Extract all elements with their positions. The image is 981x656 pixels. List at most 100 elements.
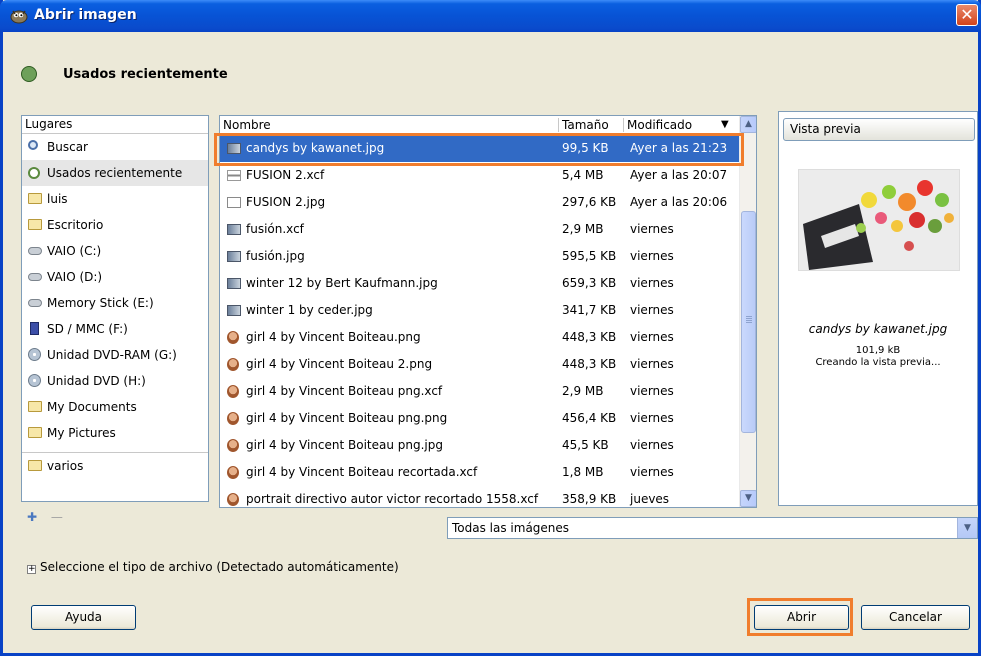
place-varios[interactable]: varios xyxy=(22,452,208,479)
place-usados-recientemente[interactable]: Usados recientemente xyxy=(22,160,208,186)
preview-thumbnail xyxy=(798,169,960,271)
place-escritorio[interactable]: Escritorio xyxy=(22,212,208,238)
file-row[interactable]: girl 4 by Vincent Boiteau png.png 456,4 K… xyxy=(220,405,739,432)
sort-arrow-icon: ▼ xyxy=(721,119,729,130)
grip-icon xyxy=(746,316,752,317)
highlight-open-button xyxy=(747,598,853,636)
file-row[interactable]: fusión.xcf 2,9 MB viernes xyxy=(220,216,739,243)
file-filter-select[interactable]: Todas las imágenes ▼ xyxy=(447,517,978,539)
column-separator xyxy=(558,118,559,132)
scroll-down-button[interactable]: ▼ xyxy=(740,490,756,507)
column-size[interactable]: Tamaño xyxy=(562,117,609,133)
file-modified: viernes xyxy=(630,438,674,452)
folder-icon xyxy=(28,193,42,204)
preview-panel: Vista previa candys by kawanet.jpg 101,9… xyxy=(778,111,978,506)
place-memory-stick[interactable]: Memory Stick (E:) xyxy=(22,290,208,316)
file-row[interactable]: FUSION 2.xcf 5,4 MB Ayer a las 20:07 xyxy=(220,162,739,189)
file-size: 1,8 MB xyxy=(562,465,604,479)
file-name: girl 4 by Vincent Boiteau recortada.xcf xyxy=(246,465,478,479)
file-modified: viernes xyxy=(630,303,674,317)
file-row[interactable]: girl 4 by Vincent Boiteau png.jpg 45,5 KB… xyxy=(220,432,739,459)
file-row[interactable]: fusión.jpg 595,5 KB viernes xyxy=(220,243,739,270)
file-size: 448,3 KB xyxy=(562,330,617,344)
file-row[interactable]: girl 4 by Vincent Boiteau png.xcf 2,9 MB v… xyxy=(220,378,739,405)
file-name: girl 4 by Vincent Boiteau.png xyxy=(246,330,421,344)
filter-selected-value: Todas las imágenes xyxy=(452,521,570,535)
file-name: FUSION 2.xcf xyxy=(246,168,325,182)
file-list-scrollbar[interactable]: ▲ ▼ xyxy=(739,116,756,507)
portrait-thumb-icon xyxy=(227,358,239,371)
file-row[interactable]: winter 1 by ceder.jpg 341,7 KB viernes xyxy=(220,297,739,324)
file-name: girl 4 by Vincent Boiteau png.png xyxy=(246,411,448,425)
file-modified: Ayer a las 20:06 xyxy=(630,195,728,209)
image-thumb-icon xyxy=(227,305,241,316)
place-dvd-ram[interactable]: Unidad DVD-RAM (G:) xyxy=(22,342,208,368)
image-thumb-icon xyxy=(227,251,241,262)
file-size: 5,4 MB xyxy=(562,168,604,182)
column-name[interactable]: Nombre xyxy=(223,117,271,133)
recent-clock-icon xyxy=(28,167,40,179)
file-row[interactable]: girl 4 by Vincent Boiteau.png 448,3 KB vie… xyxy=(220,324,739,351)
place-buscar[interactable]: Buscar xyxy=(22,134,208,160)
portrait-thumb-icon xyxy=(227,412,239,425)
column-modified[interactable]: Modificado xyxy=(627,117,692,133)
place-luis[interactable]: luis xyxy=(22,186,208,212)
file-size: 448,3 KB xyxy=(562,357,617,371)
window-title: Abrir imagen xyxy=(34,7,137,23)
image-file-icon xyxy=(227,197,241,208)
folder-icon xyxy=(28,427,42,438)
portrait-thumb-icon xyxy=(227,466,239,479)
chevron-down-icon[interactable]: ▼ xyxy=(957,518,977,538)
preview-toggle-button[interactable]: Vista previa xyxy=(783,118,975,141)
file-name: fusión.jpg xyxy=(246,249,305,263)
place-vaio-c[interactable]: VAIO (C:) xyxy=(22,238,208,264)
drive-icon xyxy=(28,299,42,307)
place-my-pictures[interactable]: My Pictures xyxy=(22,420,208,446)
file-modified: Ayer a las 20:07 xyxy=(630,168,728,182)
file-type-expander[interactable]: + Seleccione el tipo de archivo (Detectad… xyxy=(27,560,399,574)
file-size: 297,6 KB xyxy=(562,195,617,209)
portrait-thumb-icon xyxy=(227,439,239,452)
preview-filesize: 101,9 kB xyxy=(855,345,901,356)
file-modified: viernes xyxy=(630,411,674,425)
file-row[interactable]: girl 4 by Vincent Boiteau 2.png 448,3 KB v… xyxy=(220,351,739,378)
file-name: portrait directivo autor victor recortad… xyxy=(246,492,539,506)
file-size: 456,4 KB xyxy=(562,411,617,425)
cancel-button[interactable]: Cancelar xyxy=(861,605,970,630)
places-header[interactable]: Lugares xyxy=(22,116,208,134)
column-separator xyxy=(623,118,624,132)
file-modified: viernes xyxy=(630,384,674,398)
card-icon xyxy=(30,322,39,335)
file-name: girl 4 by Vincent Boiteau 2.png xyxy=(246,357,433,371)
drive-icon xyxy=(28,247,42,255)
add-bookmark-button[interactable]: ✚ xyxy=(27,510,37,524)
file-modified: viernes xyxy=(630,465,674,479)
file-modified: viernes xyxy=(630,276,674,290)
file-row[interactable]: winter 12 by Bert Kaufmann.jpg 659,3 KB vi… xyxy=(220,270,739,297)
search-icon xyxy=(28,140,38,150)
file-row[interactable]: girl 4 by Vincent Boiteau recortada.xcf 1… xyxy=(220,459,739,486)
file-row[interactable]: portrait directivo autor victor recortad… xyxy=(220,486,739,507)
place-vaio-d[interactable]: VAIO (D:) xyxy=(22,264,208,290)
file-modified: viernes xyxy=(630,330,674,344)
help-button[interactable]: Ayuda xyxy=(31,605,136,630)
preview-filename: candys by kawanet.jpg xyxy=(808,322,948,336)
remove-bookmark-button[interactable]: — xyxy=(51,510,63,524)
disc-icon xyxy=(28,374,41,387)
open-image-dialog: Abrir imagen ✕ Usados recientemente Luga… xyxy=(0,0,981,656)
file-name: fusión.xcf xyxy=(246,222,304,236)
close-button[interactable]: ✕ xyxy=(956,4,978,26)
title-bar[interactable]: Abrir imagen ✕ xyxy=(0,0,981,32)
portrait-thumb-icon xyxy=(227,385,239,398)
place-my-documents[interactable]: My Documents xyxy=(22,394,208,420)
file-size: 595,5 KB xyxy=(562,249,617,263)
file-row[interactable]: FUSION 2.jpg 297,6 KB Ayer a las 20:06 xyxy=(220,189,739,216)
file-name: girl 4 by Vincent Boiteau png.xcf xyxy=(246,384,443,398)
file-modified: jueves xyxy=(630,492,670,506)
image-thumb-icon xyxy=(227,278,241,289)
xcf-thumb-icon xyxy=(227,170,241,181)
scroll-thumb[interactable] xyxy=(741,211,756,433)
place-sd-mmc[interactable]: SD / MMC (F:) xyxy=(22,316,208,342)
place-dvd[interactable]: Unidad DVD (H:) xyxy=(22,368,208,394)
scroll-up-button[interactable]: ▲ xyxy=(740,116,756,133)
